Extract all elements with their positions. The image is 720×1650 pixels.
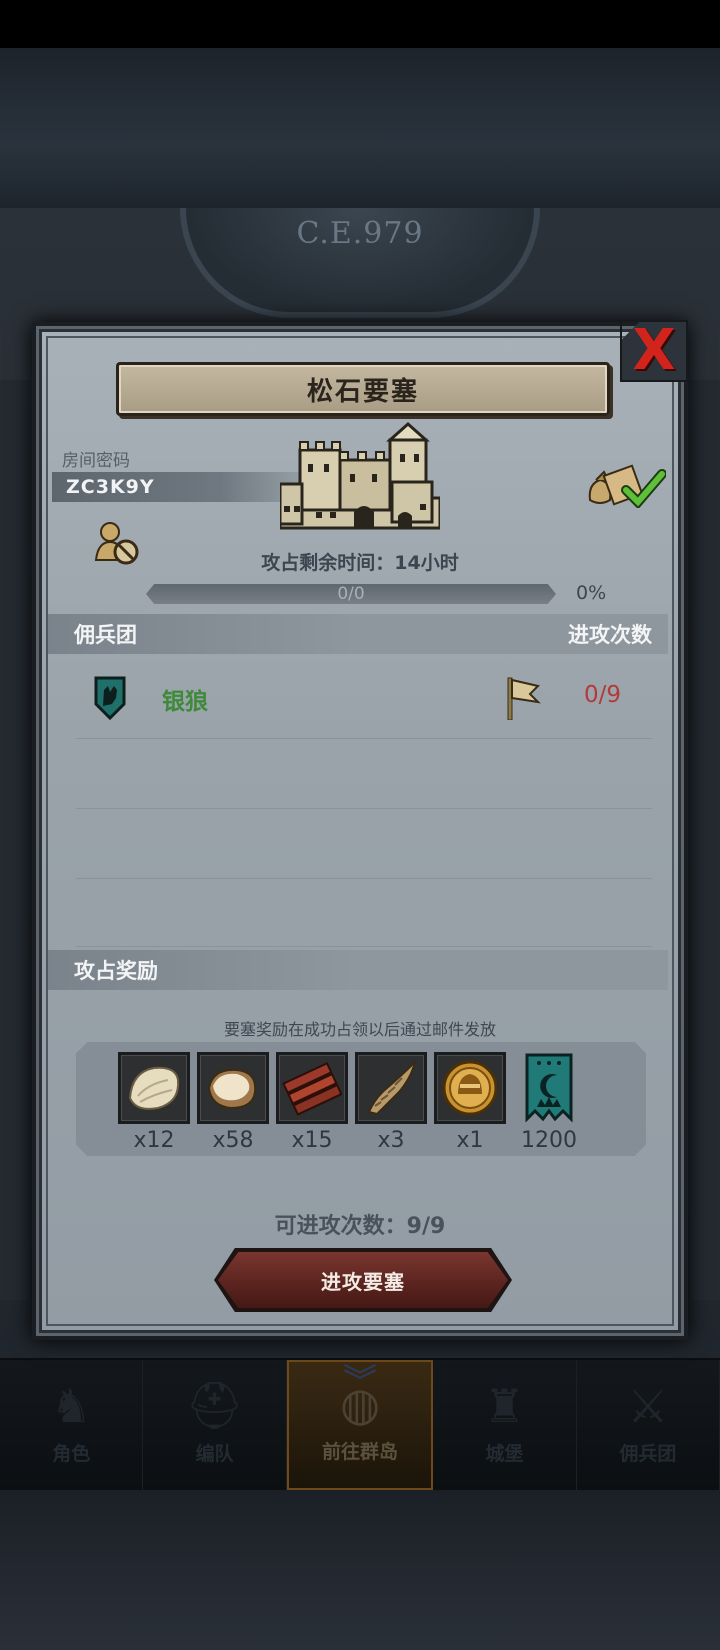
castle-icon: ♜ [483,1379,526,1433]
reward-item[interactable]: x3 [355,1052,427,1153]
nav-label: 城堡 [485,1443,524,1465]
mercenary-section-title: 佣兵团 [74,623,137,647]
mercenary-name: 银狼 [162,689,208,715]
nav-item-formation[interactable]: ⛑ 编队 [143,1360,287,1490]
reward-note: 要塞奖励在成功占领以后通过邮件发放 [223,1020,496,1039]
mercenary-row-divider [76,808,652,809]
gold-helmet-coin-icon [442,1060,498,1116]
fortress-dialog: X 松石要塞 房间密码 ZC3K9Y 攻占剩余时间：14小时 0/0 0% 佣兵… [32,320,688,1340]
reward-item[interactable]: 1200 [513,1052,585,1153]
available-attacks-value: 9/9 [406,1214,446,1239]
room-code-value: ZC3K9Y [66,476,155,498]
reward-item[interactable]: x1 [434,1052,506,1153]
nav-label: 编队 [195,1443,234,1465]
helmet-icon: ⛑ [185,1378,244,1432]
knight-icon: ♞ [50,1379,92,1433]
mercenary-row-divider [76,878,652,879]
top-status-bar [0,0,720,48]
mercenary-icon: ⚔ [627,1379,669,1433]
fortress-icon [280,421,440,530]
reward-section-header: 攻占奖励 [48,950,668,990]
capture-progress-percent: 0% [576,582,607,604]
attack-button-label: 进攻要塞 [321,1269,405,1294]
mercenary-row[interactable]: 银狼 0/9 [48,666,668,730]
attack-count-column-title: 进攻次数 [568,623,652,647]
close-icon: X [632,318,676,383]
available-attacks-label: 可进攻次数： [274,1214,407,1239]
reward-quantity: x12 [133,1128,175,1153]
mercenary-section-header: 佣兵团 进攻次数 [48,614,668,654]
flag-icon [507,677,541,720]
bottom-nav: ♞ 角色 ⛑ 编队 ︾ ◍ 前往群岛 ♜ 城堡 ⚔ 佣兵团 [0,1360,720,1490]
era-label: C.E.979 [296,216,424,251]
reward-item[interactable]: x15 [276,1052,348,1153]
mercenary-row-divider [76,738,652,739]
reward-item[interactable]: x12 [118,1052,190,1153]
reward-quantity: x3 [377,1128,405,1153]
reward-quantity: x58 [212,1128,254,1153]
nav-item-castle[interactable]: ♜ 城堡 [433,1360,577,1490]
nav-item-mercenary[interactable]: ⚔ 佣兵团 [577,1360,720,1490]
era-dial: C.E.979 [180,208,540,318]
title-plate: 松石要塞 [116,362,610,416]
background-sky [0,48,720,208]
reward-slot [118,1052,190,1124]
background-lower [0,1490,720,1650]
background-right-strip [690,380,720,1300]
moon-banner-icon [525,1053,573,1123]
mercenary-row-divider [76,946,652,947]
chevron-down-icon: ︾ [343,1362,378,1402]
nav-item-character[interactable]: ♞ 角色 [0,1360,144,1490]
timer-label: 攻占剩余时间： [261,552,395,574]
nav-item-islands[interactable]: ︾ ◍ 前往群岛 [286,1360,434,1490]
mercenary-attack-count: 0/9 [584,682,622,708]
horn-icon [367,1058,417,1116]
background-left-strip [0,380,30,1300]
reward-slot [434,1052,506,1124]
wolf-shield-icon [94,676,126,720]
reward-quantity: 1200 [521,1128,577,1153]
reward-slot [276,1052,348,1124]
reward-quantity: x15 [291,1128,333,1153]
fur-pelt-icon [128,1066,180,1110]
reward-item[interactable]: x58 [197,1052,269,1153]
nav-label: 前往群岛 [322,1441,399,1463]
reward-slot [355,1052,427,1124]
reward-quantity: x1 [456,1128,484,1153]
timer-value: 14小时 [394,552,459,574]
room-code-label: 房间密码 [62,451,130,471]
reward-slot [197,1052,269,1124]
attack-fortress-button[interactable]: 进攻要塞 [218,1252,508,1308]
reward-list: x12 x58 x15 x3 x1 1200 [118,1052,608,1153]
reward-section-title: 攻占奖励 [74,959,158,983]
capture-timer: 攻占剩余时间：14小时 [36,548,684,575]
dialog-title: 松石要塞 [306,376,419,407]
reward-slot [513,1052,585,1124]
capture-progress-bar: 0/0 [146,584,556,604]
nav-label: 佣兵团 [619,1443,677,1465]
capture-progress-text: 0/0 [337,584,365,604]
leather-hide-icon [207,1068,257,1110]
close-button[interactable]: X [620,320,688,382]
nav-label: 角色 [52,1443,91,1465]
supply-check-icon[interactable] [586,460,666,508]
wood-planks-icon [282,1062,342,1116]
available-attacks: 可进攻次数：9/9 [36,1208,684,1240]
